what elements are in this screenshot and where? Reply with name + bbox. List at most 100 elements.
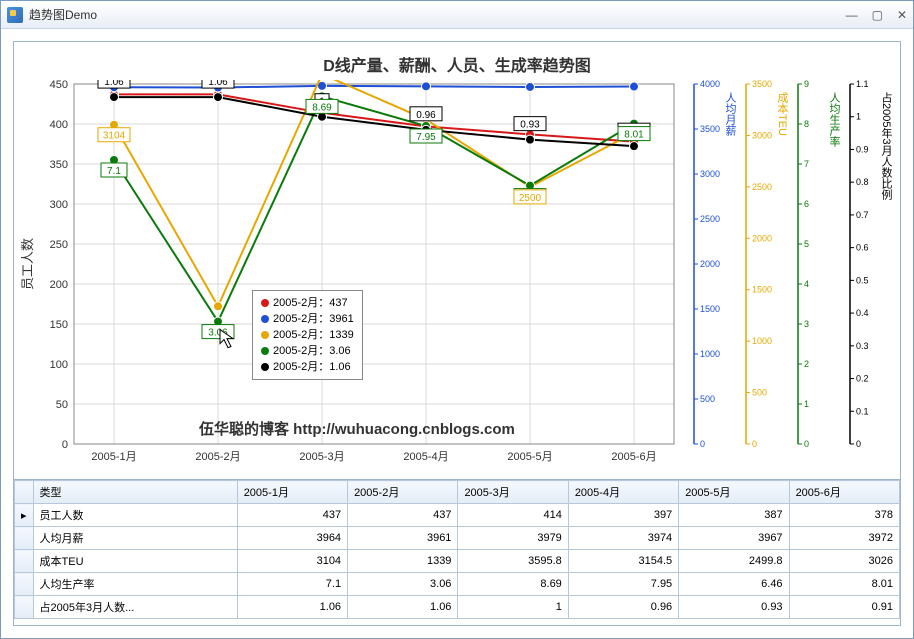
svg-text:人均生产率: 人均生产率 — [828, 92, 841, 148]
col-3[interactable]: 2005-4月 — [568, 481, 678, 504]
table-row[interactable]: 成本TEU310413393595.83154.52499.83026 — [15, 550, 900, 573]
cell[interactable]: 3961 — [348, 527, 458, 550]
svg-text:5: 5 — [804, 239, 809, 249]
svg-text:0: 0 — [62, 439, 68, 451]
table-row[interactable]: 人均生产率7.13.068.697.956.468.01 — [15, 573, 900, 596]
svg-text:1: 1 — [804, 399, 809, 409]
row-indicator — [15, 550, 34, 573]
svg-text:2005-4月: 2005-4月 — [403, 451, 448, 463]
cell[interactable]: 0.96 — [568, 596, 678, 619]
cell[interactable]: 387 — [679, 504, 789, 527]
cell[interactable]: 1.06 — [237, 596, 347, 619]
svg-text:6: 6 — [804, 199, 809, 209]
cell[interactable]: 3.06 — [348, 573, 458, 596]
cell[interactable]: 3595.8 — [458, 550, 568, 573]
svg-text:450: 450 — [50, 80, 68, 91]
svg-text:50: 50 — [56, 399, 68, 411]
svg-text:3500: 3500 — [700, 124, 720, 134]
svg-text:人均月薪: 人均月薪 — [724, 92, 737, 137]
cell[interactable]: 3964 — [237, 527, 347, 550]
table-row[interactable]: 人均月薪396439613979397439673972 — [15, 527, 900, 550]
row-label: 员工人数 — [33, 504, 237, 527]
titlebar[interactable]: 趋势图Demo — ▢ ✕ — [1, 1, 913, 29]
window-title: 趋势图Demo — [29, 6, 846, 23]
svg-text:2005-6月: 2005-6月 — [611, 451, 656, 463]
maximize-icon[interactable]: ▢ — [872, 8, 883, 22]
svg-text:200: 200 — [50, 279, 68, 291]
app-window: 趋势图Demo — ▢ ✕ D线产量、薪酬、人员、生成率趋势图 05010015… — [0, 0, 914, 639]
svg-text:3500: 3500 — [752, 80, 772, 89]
minimize-icon[interactable]: — — [846, 8, 858, 22]
svg-text:2500: 2500 — [700, 214, 720, 224]
cell[interactable]: 3974 — [568, 527, 678, 550]
row-indicator — [15, 596, 34, 619]
cell[interactable]: 3026 — [789, 550, 899, 573]
row-indicator: ▸ — [15, 504, 34, 527]
svg-text:7.95: 7.95 — [416, 132, 436, 143]
svg-text:3000: 3000 — [700, 169, 720, 179]
svg-text:0.7: 0.7 — [856, 210, 869, 220]
cell[interactable]: 0.91 — [789, 596, 899, 619]
table-row[interactable]: ▸员工人数437437414397387378 — [15, 504, 900, 527]
svg-text:7.1: 7.1 — [107, 166, 121, 177]
cell[interactable]: 437 — [348, 504, 458, 527]
chart-title: D线产量、薪酬、人员、生成率趋势图 — [14, 42, 900, 80]
cell[interactable]: 3979 — [458, 527, 568, 550]
svg-text:0: 0 — [700, 439, 705, 449]
svg-text:0.6: 0.6 — [856, 243, 869, 253]
cell[interactable]: 378 — [789, 504, 899, 527]
svg-text:2005-3月: 2005-3月 — [299, 451, 344, 463]
svg-text:3: 3 — [804, 319, 809, 329]
col-4[interactable]: 2005-5月 — [679, 481, 789, 504]
cell[interactable]: 3104 — [237, 550, 347, 573]
svg-text:1.1: 1.1 — [856, 80, 869, 89]
svg-text:8.01: 8.01 — [624, 130, 644, 141]
svg-text:0: 0 — [804, 439, 809, 449]
cell[interactable]: 8.69 — [458, 573, 568, 596]
cell[interactable]: 7.95 — [568, 573, 678, 596]
col-5[interactable]: 2005-6月 — [789, 481, 899, 504]
cell[interactable]: 3972 — [789, 527, 899, 550]
svg-text:500: 500 — [752, 388, 767, 398]
col-type[interactable]: 类型 — [33, 481, 237, 504]
table-row[interactable]: 占2005年3月人数...1.061.0610.960.930.91 — [15, 596, 900, 619]
svg-text:3104: 3104 — [103, 131, 126, 142]
cell[interactable]: 437 — [237, 504, 347, 527]
cell[interactable]: 397 — [568, 504, 678, 527]
cell[interactable]: 1.06 — [348, 596, 458, 619]
svg-text:员工人数: 员工人数 — [20, 238, 35, 290]
cell[interactable]: 8.01 — [789, 573, 899, 596]
cell[interactable]: 1 — [458, 596, 568, 619]
content-panel: D线产量、薪酬、人员、生成率趋势图 0501001502002503003504… — [13, 41, 901, 626]
svg-text:1.06: 1.06 — [104, 80, 124, 88]
svg-text:0.8: 0.8 — [856, 177, 869, 187]
cell[interactable]: 0.93 — [679, 596, 789, 619]
svg-text:2500: 2500 — [519, 193, 542, 204]
col-0[interactable]: 2005-1月 — [237, 481, 347, 504]
cell[interactable]: 6.46 — [679, 573, 789, 596]
cell[interactable]: 3154.5 — [568, 550, 678, 573]
svg-text:1000: 1000 — [752, 336, 772, 346]
svg-text:2005-1月: 2005-1月 — [91, 451, 136, 463]
svg-text:1500: 1500 — [752, 285, 772, 295]
col-1[interactable]: 2005-2月 — [348, 481, 458, 504]
svg-text:2005-5月: 2005-5月 — [507, 451, 552, 463]
col-2[interactable]: 2005-3月 — [458, 481, 568, 504]
app-icon — [7, 7, 23, 23]
row-label: 人均月薪 — [33, 527, 237, 550]
svg-text:1000: 1000 — [700, 349, 720, 359]
chart-area[interactable]: D线产量、薪酬、人员、生成率趋势图 0501001502002503003504… — [14, 42, 900, 480]
row-indicator — [15, 527, 34, 550]
svg-text:150: 150 — [50, 319, 68, 331]
row-label: 人均生产率 — [33, 573, 237, 596]
cell[interactable]: 7.1 — [237, 573, 347, 596]
close-icon[interactable]: ✕ — [897, 8, 907, 22]
cell[interactable]: 414 — [458, 504, 568, 527]
row-label: 成本TEU — [33, 550, 237, 573]
svg-text:4: 4 — [804, 279, 809, 289]
svg-text:2500: 2500 — [752, 182, 772, 192]
cell[interactable]: 1339 — [348, 550, 458, 573]
data-grid[interactable]: 类型2005-1月2005-2月2005-3月2005-4月2005-5月200… — [14, 480, 900, 625]
cell[interactable]: 3967 — [679, 527, 789, 550]
cell[interactable]: 2499.8 — [679, 550, 789, 573]
